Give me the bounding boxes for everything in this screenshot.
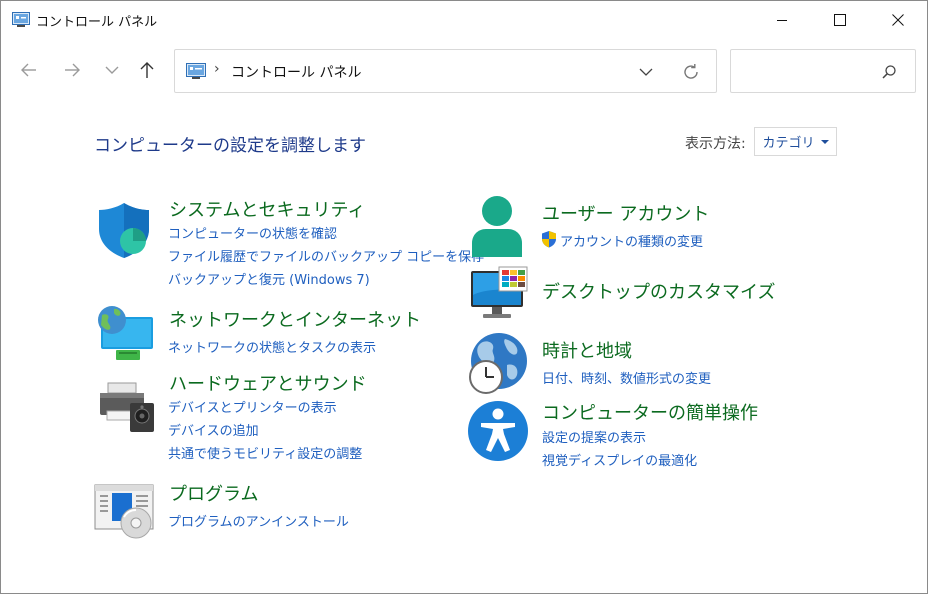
breadcrumb-control-panel[interactable]: コントロール パネル bbox=[231, 62, 361, 82]
printer-speaker-icon[interactable] bbox=[98, 381, 156, 433]
link-add-device[interactable]: デバイスの追加 bbox=[168, 420, 259, 439]
window-title: コントロール パネル bbox=[36, 15, 158, 30]
link-uninstall-program[interactable]: プログラムのアンインストール bbox=[168, 511, 349, 530]
back-button[interactable] bbox=[17, 58, 41, 82]
refresh-button[interactable] bbox=[680, 62, 702, 82]
link-change-account-type[interactable]: アカウントの種類の変更 bbox=[560, 231, 703, 250]
link-network-status[interactable]: ネットワークの状態とタスクの表示 bbox=[168, 337, 376, 356]
recent-locations-button[interactable] bbox=[100, 58, 124, 82]
view-by-label: 表示方法: bbox=[685, 136, 746, 152]
link-file-history-backup[interactable]: ファイル履歴でファイルのバックアップ コピーを保存 bbox=[168, 246, 484, 265]
category-title-network-internet[interactable]: ネットワークとインターネット bbox=[169, 306, 421, 332]
maximize-icon bbox=[834, 14, 846, 26]
minimize-button[interactable] bbox=[753, 1, 811, 39]
arrow-right-icon bbox=[65, 63, 80, 77]
link-settings-suggestions[interactable]: 設定の提案の表示 bbox=[542, 427, 646, 446]
close-icon bbox=[892, 14, 904, 26]
close-button[interactable] bbox=[869, 1, 927, 39]
chevron-down-icon bbox=[105, 66, 119, 74]
uac-shield-icon bbox=[542, 231, 556, 248]
minimize-icon bbox=[777, 20, 787, 21]
page-title: コンピューターの設定を調整します bbox=[94, 136, 366, 156]
forward-button[interactable] bbox=[60, 58, 84, 82]
category-title-system-security[interactable]: システムとセキュリティ bbox=[169, 196, 365, 222]
link-backup-restore[interactable]: バックアップと復元 (Windows 7) bbox=[168, 269, 370, 288]
category-title-programs[interactable]: プログラム bbox=[169, 480, 258, 506]
address-bar[interactable]: › コントロール パネル bbox=[174, 49, 717, 93]
link-devices-printers[interactable]: デバイスとプリンターの表示 bbox=[168, 397, 337, 416]
category-title-clock-region[interactable]: 時計と地域 bbox=[542, 337, 632, 363]
title-bar: コントロール パネル bbox=[1, 1, 927, 39]
network-globe-icon[interactable] bbox=[96, 303, 156, 361]
accessibility-icon[interactable] bbox=[467, 400, 529, 462]
view-by-dropdown[interactable]: カテゴリ bbox=[754, 127, 837, 156]
security-shield-icon[interactable] bbox=[96, 201, 152, 259]
refresh-icon bbox=[684, 64, 698, 79]
arrow-up-icon bbox=[140, 62, 154, 78]
search-input[interactable] bbox=[730, 49, 916, 93]
control-panel-icon bbox=[12, 12, 30, 27]
search-icon bbox=[882, 65, 896, 79]
category-title-ease-of-access[interactable]: コンピューターの簡単操作 bbox=[542, 399, 758, 425]
breadcrumb-separator[interactable]: › bbox=[214, 61, 220, 77]
programs-disc-icon[interactable] bbox=[94, 483, 156, 539]
arrow-left-icon bbox=[21, 63, 36, 77]
caret-down-icon bbox=[820, 139, 829, 144]
category-title-user-accounts[interactable]: ユーザー アカウント bbox=[542, 200, 709, 226]
view-by-value: カテゴリ bbox=[762, 136, 815, 151]
link-mobility-settings[interactable]: 共通で使うモビリティ設定の調整 bbox=[168, 443, 362, 462]
desktop-monitor-icon[interactable] bbox=[469, 265, 529, 321]
up-button[interactable] bbox=[135, 58, 159, 82]
link-date-time-number-format[interactable]: 日付、時刻、数値形式の変更 bbox=[542, 368, 711, 387]
address-history-button[interactable] bbox=[636, 62, 656, 82]
chevron-down-icon bbox=[639, 68, 653, 76]
link-optimize-visual-display[interactable]: 視覚ディスプレイの最適化 bbox=[542, 450, 697, 469]
maximize-button[interactable] bbox=[811, 1, 869, 39]
control-panel-window: コントロール パネル › コントロール パネル コンピューターの設定を調整します… bbox=[0, 0, 928, 594]
category-title-desktop-customization[interactable]: デスクトップのカスタマイズ bbox=[542, 278, 775, 304]
control-panel-icon bbox=[186, 63, 206, 79]
category-title-hardware-sound[interactable]: ハードウェアとサウンド bbox=[169, 370, 367, 396]
link-check-computer-status[interactable]: コンピューターの状態を確認 bbox=[168, 223, 337, 242]
clock-globe-icon[interactable] bbox=[467, 331, 529, 395]
user-accounts-icon[interactable] bbox=[469, 195, 525, 259]
